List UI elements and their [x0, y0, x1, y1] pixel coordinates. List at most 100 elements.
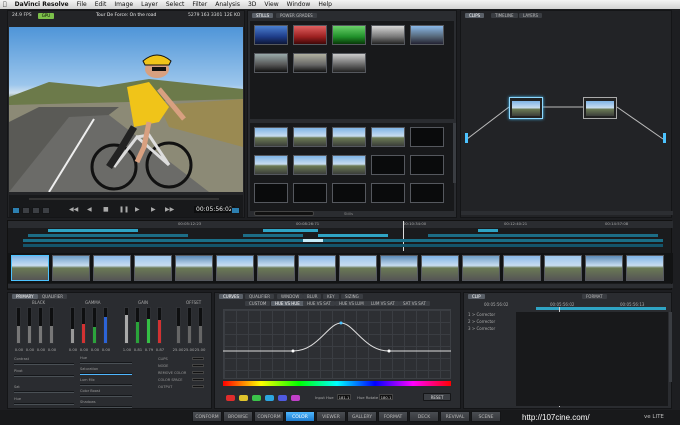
menu-select[interactable]: Select: [166, 1, 185, 8]
menu-app-name[interactable]: DaVinci Resolve: [15, 1, 69, 8]
module-tab[interactable]: FORMAT: [378, 411, 408, 422]
tab-power-grades[interactable]: POWER GRADES: [276, 13, 317, 18]
node-panel-scrollbar[interactable]: [461, 211, 673, 215]
offset-fader-g[interactable]: [187, 307, 192, 344]
viewer-options-button[interactable]: [231, 207, 240, 214]
gamma-fader-r[interactable]: [81, 307, 86, 344]
still-thumb[interactable]: [254, 53, 288, 73]
scrub-bar[interactable]: [29, 198, 219, 200]
subtab-hue-vs-hue[interactable]: HUE VS HUE: [271, 301, 304, 306]
gallery-scrollbar[interactable]: [453, 123, 456, 183]
tab-layers[interactable]: LAYERS: [519, 13, 543, 18]
still-thumb-empty[interactable]: [410, 155, 444, 175]
keyframe-row-label[interactable]: 3 > Corrector: [468, 327, 495, 331]
tab-stills[interactable]: STILLS: [252, 13, 274, 18]
option-checkbox[interactable]: [192, 357, 204, 360]
tab-sizing[interactable]: SIZING: [341, 294, 363, 299]
module-tab[interactable]: SCENE: [471, 411, 501, 422]
track-clip[interactable]: [428, 234, 658, 237]
viewer-mode-button[interactable]: [12, 207, 20, 214]
still-thumb[interactable]: [371, 127, 405, 147]
gain-fader-b[interactable]: [157, 307, 162, 344]
cyan-swatch[interactable]: [265, 395, 274, 401]
tab-timeline[interactable]: TIMELINE: [491, 13, 518, 18]
fast-forward-icon[interactable]: ▶▶: [165, 207, 174, 213]
split-button[interactable]: [32, 207, 40, 214]
clip-thumbnail[interactable]: [503, 255, 541, 281]
timeline-ruler[interactable]: [8, 221, 673, 228]
still-thumb[interactable]: [254, 127, 288, 147]
apple-icon[interactable]: : [3, 1, 7, 8]
tab-format[interactable]: FORMAT: [582, 294, 607, 299]
subtab-hue-vs-sat[interactable]: HUE VS SAT: [303, 301, 335, 306]
clip-thumbnail[interactable]: [298, 255, 336, 281]
clip-thumbnail[interactable]: [462, 255, 500, 281]
module-tab[interactable]: CONFORM: [192, 411, 222, 422]
input-node-handle[interactable]: [465, 133, 468, 143]
track-clip[interactable]: [478, 229, 498, 232]
still-thumb[interactable]: [293, 25, 327, 45]
mid-slider[interactable]: [80, 373, 132, 375]
mid-slider[interactable]: [80, 406, 132, 408]
offset-fader-r[interactable]: [176, 307, 181, 344]
keyframe-scrollbar[interactable]: [669, 312, 672, 382]
tab-primary[interactable]: PRIMARY: [12, 294, 38, 299]
module-tab-color[interactable]: COLOR: [285, 411, 315, 422]
blue-swatch[interactable]: [278, 395, 287, 401]
module-tab[interactable]: VIEWER: [316, 411, 346, 422]
still-thumb-empty[interactable]: [254, 183, 288, 203]
clip-thumbnail[interactable]: [421, 255, 459, 281]
module-tab[interactable]: DECK: [409, 411, 439, 422]
contrast-slider[interactable]: [14, 363, 74, 365]
black-fader-y[interactable]: [16, 307, 21, 344]
keyframe-range[interactable]: [536, 307, 666, 310]
clip-thumbnail[interactable]: [585, 255, 623, 281]
tab-curves[interactable]: CURVES: [219, 294, 244, 299]
gamma-fader-y[interactable]: [70, 307, 75, 344]
still-thumb[interactable]: [254, 155, 288, 175]
clip-thumbnail[interactable]: [216, 255, 254, 281]
keyframe-row-label[interactable]: 2 > Corrector: [468, 320, 495, 324]
menu-window[interactable]: Window: [287, 1, 311, 8]
clip-thumbnail[interactable]: [380, 255, 418, 281]
menu-3d[interactable]: 3D: [248, 1, 256, 8]
menu-analysis[interactable]: Analysis: [215, 1, 240, 8]
subtab-hue-vs-lum[interactable]: HUE VS LUM: [335, 301, 368, 306]
menu-edit[interactable]: Edit: [95, 1, 107, 8]
still-thumb[interactable]: [254, 25, 288, 45]
hue-slider[interactable]: [14, 403, 74, 405]
menu-help[interactable]: Help: [318, 1, 332, 8]
still-thumb[interactable]: [371, 25, 405, 45]
wipe-button[interactable]: [42, 207, 50, 214]
still-thumb[interactable]: [293, 127, 327, 147]
keyframe-row-label[interactable]: 1 > Corrector: [468, 313, 495, 317]
menu-layer[interactable]: Layer: [141, 1, 158, 8]
magenta-swatch[interactable]: [291, 395, 300, 401]
track-clip-selected[interactable]: [303, 239, 323, 242]
still-thumb[interactable]: [293, 155, 327, 175]
red-swatch[interactable]: [226, 395, 235, 401]
menu-view[interactable]: View: [264, 1, 278, 8]
tab-key[interactable]: KEY: [323, 294, 339, 299]
loop-button[interactable]: [22, 207, 30, 214]
clip-thumbnail[interactable]: [11, 255, 49, 281]
module-tab[interactable]: GALLERY: [347, 411, 377, 422]
tab-clips[interactable]: CLIPS: [465, 13, 485, 18]
menu-image[interactable]: Image: [114, 1, 133, 8]
tab-window[interactable]: WINDOW: [277, 294, 304, 299]
corrector-node-2[interactable]: [583, 97, 617, 119]
tab-qualifier[interactable]: QUALIFIER: [38, 294, 68, 299]
subtab-custom[interactable]: CUSTOM: [245, 301, 271, 306]
clip-thumbnail[interactable]: [544, 255, 582, 281]
menu-filter[interactable]: Filter: [192, 1, 207, 8]
gamma-fader-g[interactable]: [92, 307, 97, 344]
gallery-search-input[interactable]: [254, 211, 314, 216]
still-thumb-empty[interactable]: [410, 127, 444, 147]
step-forward-icon[interactable]: ▶: [151, 207, 156, 213]
subtab-sat-vs-sat[interactable]: SAT VS SAT: [399, 301, 430, 306]
menu-file[interactable]: File: [77, 1, 87, 8]
gain-fader-r[interactable]: [135, 307, 140, 344]
track-clip[interactable]: [23, 239, 663, 242]
clip-thumbnail[interactable]: [52, 255, 90, 281]
module-tab[interactable]: REVIVAL: [440, 411, 470, 422]
